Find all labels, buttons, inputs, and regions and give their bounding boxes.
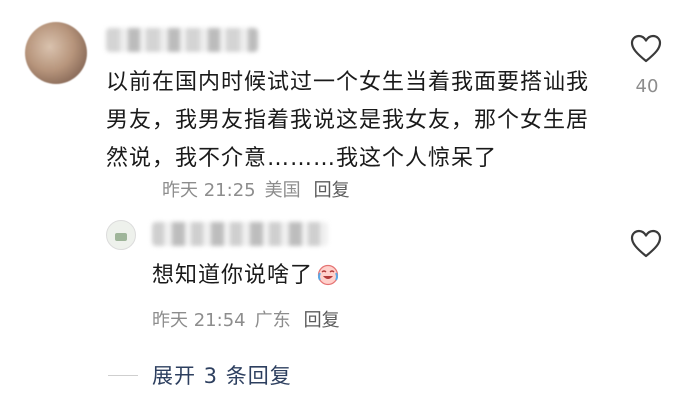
heart-outline-icon[interactable]: [630, 34, 662, 64]
comment-reply-button[interactable]: 回复: [314, 180, 350, 201]
reply-meta: 昨天 21:54 广东 回复: [152, 306, 349, 332]
comment-time: 昨天 21:25: [162, 180, 256, 201]
comment-meta: 昨天 21:25 美国 回复: [162, 176, 359, 202]
reply-time: 昨天 21:54: [152, 310, 246, 331]
reply-reply-button[interactable]: 回复: [304, 310, 340, 331]
comment-like-count: 40: [635, 76, 659, 97]
crying-laughing-emoji-icon: [317, 264, 339, 286]
comment-location: 美国: [264, 180, 301, 201]
reply-location: 广东: [254, 310, 291, 331]
replier-avatar[interactable]: [106, 220, 136, 250]
comment-text: 以前在国内时候试过一个女生当着我面要搭讪我男友，我男友指着我说这是我女友，那个女…: [106, 70, 590, 171]
commenter-name-blurred[interactable]: [106, 28, 258, 52]
expand-replies-button[interactable]: 展开 3 条回复: [152, 360, 292, 390]
heart-outline-icon[interactable]: [630, 229, 662, 259]
commenter-avatar[interactable]: [25, 22, 87, 84]
reply-text-row: 想知道你说啥了: [152, 261, 340, 291]
reply-text: 想知道你说啥了: [152, 263, 314, 288]
expand-divider: [108, 375, 138, 376]
replier-name-blurred[interactable]: [152, 222, 328, 246]
